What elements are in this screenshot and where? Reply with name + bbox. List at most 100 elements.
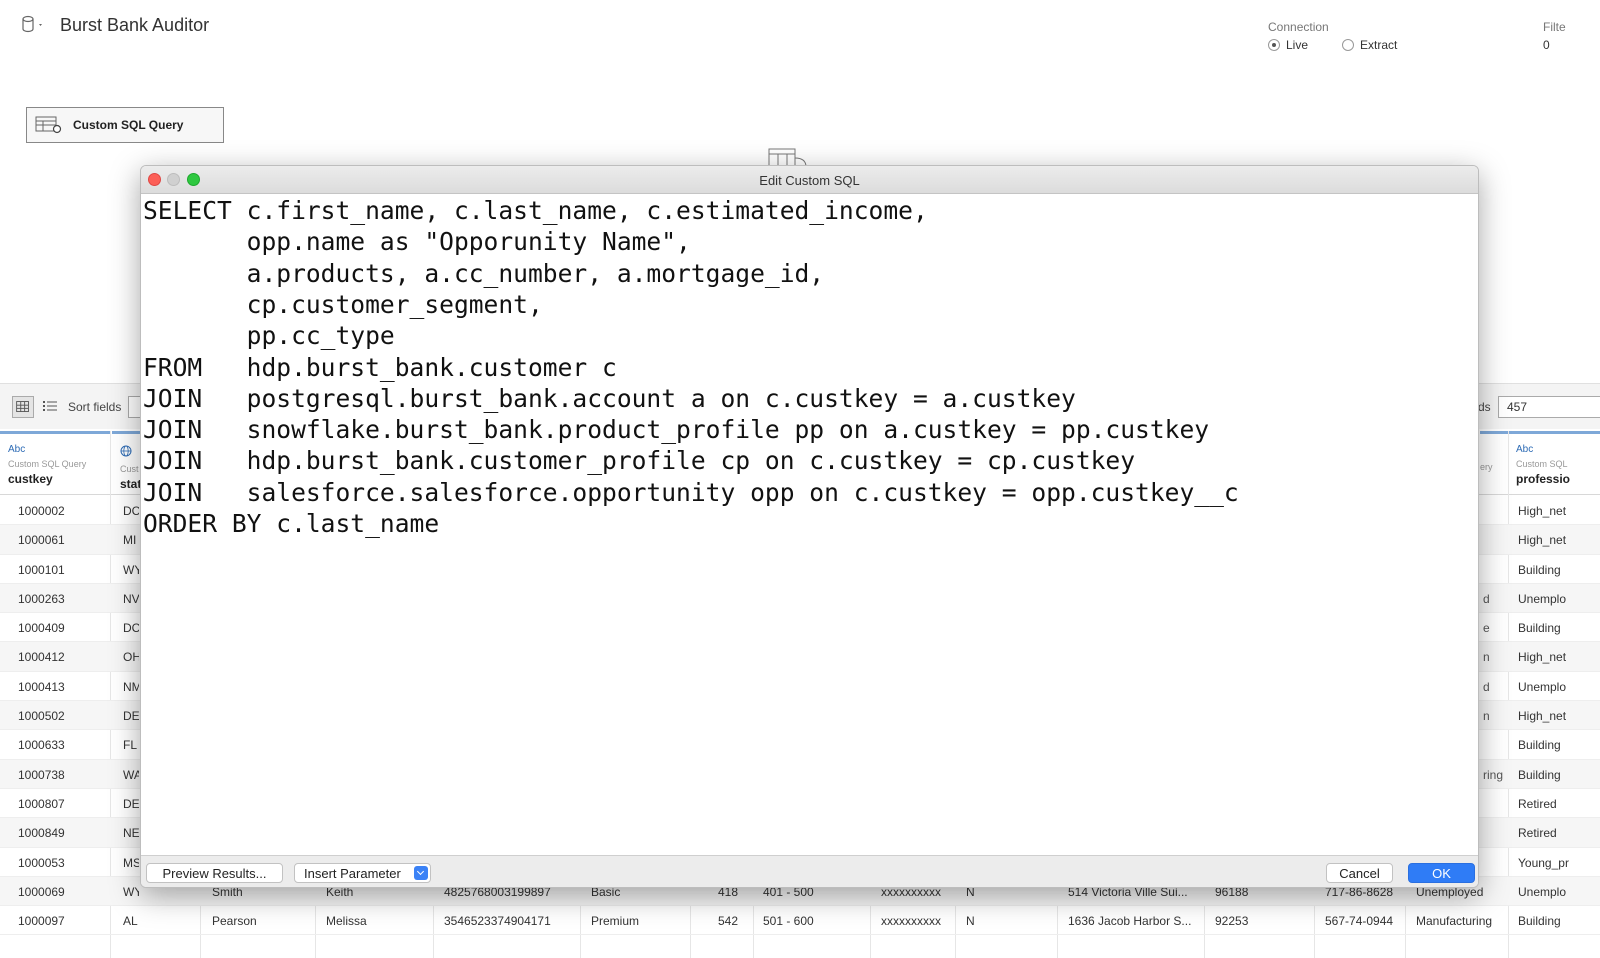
cell-custkey: 1000502 [18,709,65,724]
cell-custkey: 1000849 [18,826,65,841]
cell-profession: Unemplo [1518,884,1567,899]
datasource-title[interactable]: Burst Bank Auditor [60,15,209,36]
sql-line[interactable]: pp.cc_type [143,320,395,351]
cell-last-name: Pearson [212,914,257,929]
connection-label: Connection [1268,20,1329,34]
cell-profession: Unemplo [1518,591,1567,606]
sql-line[interactable]: JOIN salesforce.salesforce.opportunity o… [143,477,1239,508]
cell-custkey: 1000738 [18,767,65,782]
dialog-footer: Preview Results... Insert Parameter Canc… [141,855,1478,887]
preview-results-button[interactable]: Preview Results... [146,863,283,883]
cell-state: WA [123,767,139,782]
cell-flag: N [966,914,975,929]
cell-profession: Building [1518,767,1561,782]
cell-zip: 92253 [1215,914,1249,929]
cell-product: Premium [591,914,640,929]
cell-profession: High_net [1518,504,1567,518]
cell-custkey: 1000412 [18,650,65,665]
cell-partial: n [1483,650,1490,665]
cell-profession: Building [1518,914,1561,929]
database-icon[interactable] [18,14,46,36]
cell-profession: High_net [1518,650,1567,665]
table-gear-icon [35,116,62,134]
connection-live-radio[interactable]: Live [1268,38,1308,52]
cell-state: MS [123,855,139,870]
filters-label: Filte [1543,20,1566,34]
sql-line[interactable]: JOIN snowflake.burst_bank.product_profil… [143,414,1209,445]
sql-line[interactable]: JOIN postgresql.burst_bank.account a on … [143,383,1076,414]
cell-partial: n [1483,709,1490,724]
dialog-title: Edit Custom SQL [759,173,860,188]
cell-mortgage: xxxxxxxxxx [881,914,941,929]
sql-editor[interactable]: SELECT c.first_name, c.last_name, c.esti… [143,195,1476,855]
sql-line[interactable]: a.products, a.cc_number, a.mortgage_id, [143,258,824,289]
column-name: custkey [8,472,53,486]
column-source: Cust [120,464,139,474]
rows-count-input[interactable]: 457 [1498,396,1600,418]
cell-cc-number: 3546523374904171 [444,914,551,929]
cell-custkey: 1000002 [18,504,65,518]
radio-empty-icon [1342,39,1355,51]
connection-extract-radio[interactable]: Extract [1342,38,1397,52]
connection-extract-label: Extract [1360,38,1398,52]
ok-button[interactable]: OK [1408,863,1475,883]
sql-line[interactable]: ORDER BY c.last_name [143,508,439,539]
connection-group: Connection Live Extract [1268,20,1397,52]
cell-custkey: 1000263 [18,591,65,606]
sql-line[interactable]: cp.customer_segment, [143,289,543,320]
list-view-icon[interactable] [42,398,58,414]
insert-parameter-button[interactable]: Insert Parameter [294,863,431,883]
dialog-titlebar[interactable]: Edit Custom SQL [141,166,1478,194]
cell-custkey: 1000807 [18,796,65,811]
column-header-custkey[interactable]: Abc Custom SQL Query custkey [0,431,110,495]
cell-profession: Unemplo [1518,679,1567,694]
custom-sql-query-label: Custom SQL Query [73,118,184,132]
cell-custkey: 1000101 [18,562,65,577]
sql-line[interactable]: JOIN hdp.burst_bank.customer_profile cp … [143,445,1135,476]
cell-state: DC [123,621,139,636]
cell-state: WY [123,562,139,577]
cell-state: NM [123,679,139,694]
cell-profession: Retired [1518,826,1557,841]
column-header-state[interactable]: Cust stat [112,431,142,495]
column-header-profession[interactable]: Abc Custom SQL professio [1508,431,1600,495]
column-source: Custom SQL [1516,459,1568,469]
column-header-partial[interactable]: ery [1480,431,1508,495]
radio-selected-icon [1268,39,1280,51]
sql-line[interactable]: FROM hdp.burst_bank.customer c [143,352,617,383]
string-type-icon[interactable]: Abc [8,444,110,455]
cell-profession: Building [1518,621,1561,636]
cell-custkey: 1000097 [18,914,65,929]
chevron-down-icon[interactable] [414,866,428,880]
string-type-icon[interactable]: Abc [1516,444,1600,455]
column-source-partial: ery [1480,462,1493,472]
cell-custkey: 1000061 [18,533,65,548]
grid-view-icon[interactable] [12,396,34,418]
sql-line[interactable]: SELECT c.first_name, c.last_name, c.esti… [143,195,928,226]
cancel-button[interactable]: Cancel [1326,863,1393,883]
cell-profession: High_net [1518,533,1567,548]
filters-group[interactable]: Filte 0 [1543,20,1566,52]
globe-icon[interactable] [120,445,132,457]
insert-parameter-label: Insert Parameter [304,865,401,881]
cell-state: NV [123,591,139,606]
cell-state: AL [123,914,138,929]
cell-custkey: 1000633 [18,738,65,753]
edit-custom-sql-dialog: Edit Custom SQL SELECT c.first_name, c.l… [140,165,1479,888]
cell-state: DE [123,796,139,811]
custom-sql-query-pill[interactable]: Custom SQL Query [26,107,224,143]
cell-state: DC [123,504,139,518]
cell-state: WY [123,884,139,899]
cell-partial: d [1483,591,1490,606]
cell-state: MI [123,533,137,548]
cell-profession: Building [1518,738,1561,753]
connection-live-label: Live [1286,38,1309,52]
column-name: stat [120,477,142,491]
cell-partial: e [1483,621,1490,636]
sql-line[interactable]: opp.name as "Opporunity Name", [143,226,691,257]
cell-state: FL [123,738,138,753]
table-row[interactable]: 1000097 AL Pearson Melissa 3546523374904… [0,906,1600,936]
cell-range: 501 - 600 [763,914,814,929]
cell-profession: Building [1518,562,1561,577]
cell-profession: Young_pr [1518,855,1569,870]
